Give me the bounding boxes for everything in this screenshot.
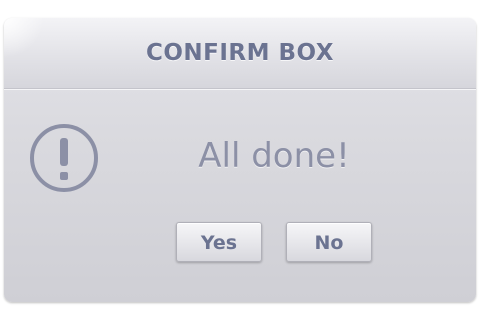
yes-button[interactable]: Yes	[176, 222, 262, 262]
dialog-title: CONFIRM BOX	[145, 40, 335, 66]
no-button[interactable]: No	[286, 222, 372, 262]
exclamation-circle-icon	[28, 122, 100, 194]
dialog-message: All done!	[198, 136, 350, 176]
dialog-title-bar: CONFIRM BOX	[4, 18, 476, 89]
confirm-dialog: CONFIRM BOX All done! Yes No	[4, 18, 476, 302]
